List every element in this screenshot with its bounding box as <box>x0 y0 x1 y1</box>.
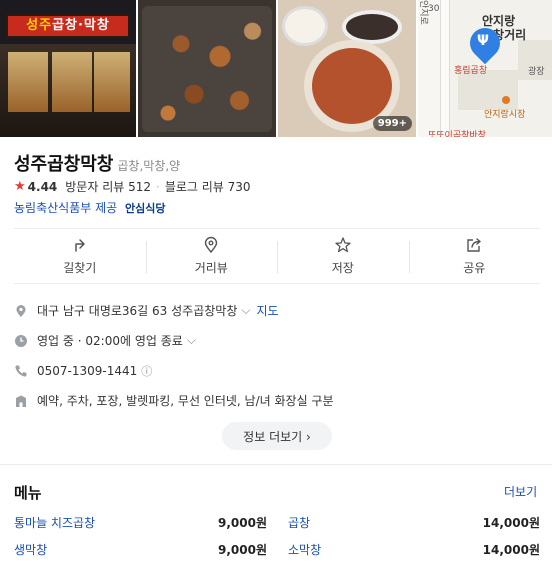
phone-number[interactable]: 0507-1309-1441 <box>37 364 137 378</box>
address-text[interactable]: 대구 남구 대명로36길 63 성주곱창막창 <box>37 302 237 319</box>
place-category: 곱창,막창,양 <box>117 159 181 173</box>
menu-item[interactable]: 곱창 <box>288 514 310 531</box>
shopfront-image <box>0 44 136 137</box>
phone-icon <box>15 365 27 377</box>
directions-button[interactable]: 길찾기 <box>14 229 146 283</box>
provider-link[interactable]: 농림축산식품부 제공 <box>14 201 117 215</box>
menu-item-price: 14,000원 <box>482 516 540 530</box>
share-icon <box>467 238 481 252</box>
menu-item-name: 생막창 <box>14 543 48 557</box>
street-view-button[interactable]: 거리뷰 <box>145 229 278 283</box>
hours-detail: · 02:00에 영업 종료 <box>77 334 183 348</box>
menu-item[interactable]: 통마늘 치즈곱창 <box>14 514 95 531</box>
provider-line: 농림축산식품부 제공 안심식당 <box>14 199 166 216</box>
safe-restaurant-badge: 안심식당 <box>125 202 166 215</box>
rating-line: ★ 4.44 방문자 리뷰 512 · 블로그 리뷰 730 <box>14 178 251 195</box>
map-label: 광장 <box>528 67 545 77</box>
place-title: 성주곱창막창 곱창,막창,양 <box>14 150 180 176</box>
chevron-down-icon[interactable]: ⌵ <box>241 303 250 318</box>
menu-item-name: 소막창 <box>288 543 322 557</box>
map-label: 홍림곱창 <box>454 66 488 76</box>
separator-dot: · <box>156 179 160 194</box>
mini-map[interactable]: 안지랑 곱창거리 안지로 30 Ψ 홍림곱창 안지랑시장 광장 또또이곱창바창 <box>418 0 552 137</box>
location-pin-icon <box>205 236 218 254</box>
menu-item-name: 곱창 <box>288 516 311 530</box>
location-pin-icon <box>16 304 26 317</box>
photo-strip: 성주곱창·막창 999+ 안지랑 곱창거리 안지로 30 Ψ 홍림곱창 안지랑시… <box>0 0 552 137</box>
market-poi-icon <box>502 96 510 104</box>
storefront-photo[interactable]: 성주곱창·막창 <box>0 0 136 137</box>
rating-value: 4.44 <box>27 179 58 194</box>
action-bar: 길찾기 거리뷰 저장 공유 <box>14 228 540 284</box>
map-link[interactable]: 지도 <box>256 302 278 319</box>
menu-item-price: 9,000원 <box>218 516 267 530</box>
hours-status: 영업 중 <box>37 334 74 348</box>
menu-item-price: 14,000원 <box>482 543 540 557</box>
store-sign: 성주곱창·막창 <box>6 14 130 38</box>
menu-item-price: 9,000원 <box>218 543 267 557</box>
menu-title: 메뉴 <box>14 484 42 502</box>
map-label: 안지랑시장 <box>484 110 526 120</box>
hours-row[interactable]: 영업 중 · 02:00에 영업 종료 ⌵ <box>14 332 196 349</box>
map-label: 30 <box>428 4 440 14</box>
star-icon: ★ <box>14 179 26 194</box>
menu-item-name: 통마늘 치즈곱창 <box>14 516 96 530</box>
sauce-dish-image <box>342 10 402 44</box>
grilled-tripe-image <box>142 6 272 132</box>
save-button[interactable]: 저장 <box>277 229 409 283</box>
amenities-text: 예약, 주차, 포장, 발렛파킹, 무선 인터넷, 남/녀 화장실 구분 <box>37 394 334 408</box>
visitor-reviews-link[interactable]: 방문자 리뷰 512 <box>65 178 151 195</box>
blog-reviews-link[interactable]: 블로그 리뷰 730 <box>165 178 251 195</box>
amenities-row: 예약, 주차, 포장, 발렛파킹, 무선 인터넷, 남/녀 화장실 구분 <box>14 392 334 409</box>
address-row: 대구 남구 대명로36길 63 성주곱창막창 ⌵ 지도 <box>14 302 279 319</box>
chevron-down-icon[interactable]: ⌵ <box>187 333 196 348</box>
clock-icon <box>15 334 27 347</box>
fork-knife-icon: Ψ <box>477 33 489 49</box>
dish-photo[interactable]: 999+ <box>278 0 416 137</box>
directions-icon <box>75 239 85 252</box>
section-divider <box>0 464 552 465</box>
phone-row: 0507-1309-1441 ⓘ <box>14 363 152 379</box>
star-icon <box>335 237 351 253</box>
side-dish-image <box>282 6 328 46</box>
map-label: 또또이곱창바창 <box>428 131 486 137</box>
menu-item[interactable]: 소막창 <box>288 541 321 558</box>
info-icon[interactable]: ⓘ <box>141 363 152 379</box>
photo-count-badge: 999+ <box>372 116 412 131</box>
place-name: 성주곱창막창 <box>14 154 114 175</box>
share-button[interactable]: 공유 <box>408 229 541 283</box>
menu-item[interactable]: 생막창 <box>14 541 47 558</box>
more-info-button[interactable]: 정보 더보기 › <box>222 422 332 450</box>
grill-photo[interactable] <box>138 0 276 137</box>
building-icon <box>16 395 26 407</box>
menu-more-link[interactable]: 더보기 <box>504 483 537 500</box>
